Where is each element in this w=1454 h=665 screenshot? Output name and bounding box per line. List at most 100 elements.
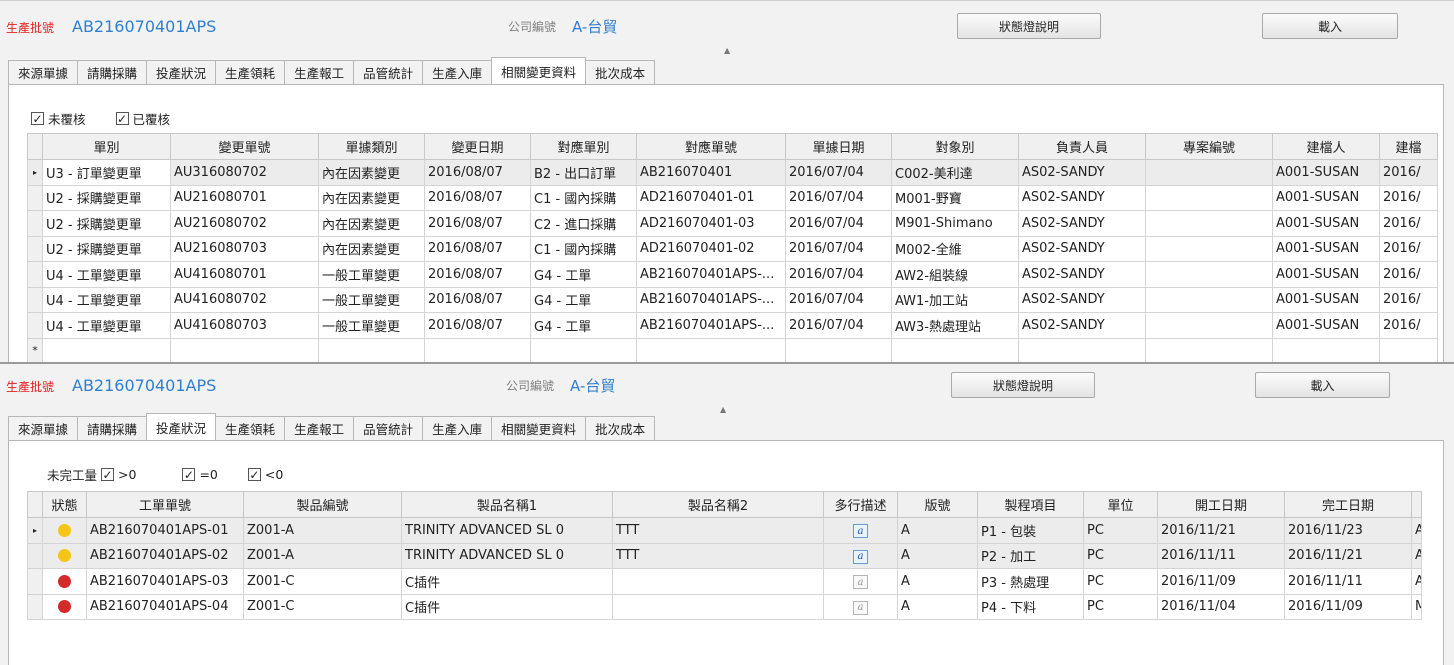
table-cell[interactable]: [1145, 159, 1273, 186]
table-cell[interactable]: 2016/: [1379, 184, 1438, 211]
tab-batch-cost[interactable]: 批次成本: [585, 416, 656, 440]
table-cell[interactable]: 2016/: [1379, 159, 1438, 186]
table-cell[interactable]: C插件: [401, 568, 613, 595]
row-header[interactable]: ▸: [27, 159, 43, 186]
table-cell[interactable]: AS02-SANDY: [1018, 159, 1146, 186]
table-cell[interactable]: 2016/07/04: [785, 286, 892, 313]
load-button[interactable]: 載入: [1262, 13, 1398, 39]
table-cell[interactable]: A: [897, 517, 978, 544]
table-cell[interactable]: AW2-組裝線: [891, 261, 1019, 288]
table-cell[interactable]: [1145, 312, 1273, 339]
table-cell[interactable]: AU416080702: [170, 286, 319, 313]
col-header[interactable]: 對象別: [891, 133, 1019, 160]
table-cell[interactable]: C1 - 國內採購: [530, 184, 637, 211]
table-cell[interactable]: [530, 337, 637, 362]
row-header[interactable]: [27, 286, 43, 313]
table-cell[interactable]: TTT: [612, 542, 824, 569]
table-cell[interactable]: M001-野寶: [891, 184, 1019, 211]
table-cell[interactable]: PC: [1083, 542, 1158, 569]
col-header[interactable]: 單位: [1083, 491, 1158, 518]
table-cell[interactable]: AW1-加工站: [891, 286, 1019, 313]
table-cell[interactable]: AU416080701: [170, 261, 319, 288]
tab-related-changes[interactable]: 相關變更資料: [491, 416, 587, 440]
table-cell[interactable]: B2 - 出口訂單: [530, 159, 637, 186]
table-cell[interactable]: AS02-SANDY: [1018, 312, 1146, 339]
table-cell[interactable]: U4 - 工單變更單: [42, 286, 171, 313]
col-header[interactable]: 工單單號: [86, 491, 244, 518]
table-cell[interactable]: [1379, 337, 1438, 362]
table-cell[interactable]: A001-SUSAN: [1272, 210, 1380, 237]
table-cell[interactable]: U2 - 採購變更單: [42, 210, 171, 237]
table-cell[interactable]: [1272, 337, 1380, 362]
table-cell[interactable]: AS02-SANDY: [1018, 286, 1146, 313]
table-row[interactable]: U4 - 工單變更單 AU416080703 一般工單變更 2016/08/07 G4 …: [27, 312, 1438, 339]
load-button[interactable]: 載入: [1255, 372, 1390, 398]
col-header[interactable]: 製程項目: [977, 491, 1084, 518]
memo-icon[interactable]: a: [853, 600, 868, 615]
table-row[interactable]: AB216070401APS-02 Z001-A TRINITY ADVANCED …: [27, 542, 1422, 569]
table-cell[interactable]: [785, 337, 892, 362]
table-cell[interactable]: P3 - 熱處理: [977, 568, 1084, 595]
filter-less-than-zero[interactable]: ✓ <0: [247, 467, 283, 482]
memo-icon[interactable]: a: [853, 575, 868, 589]
checkbox-checked-icon[interactable]: ✓: [182, 468, 196, 481]
table-cell[interactable]: [891, 337, 1019, 362]
row-header[interactable]: [27, 210, 43, 237]
table-cell[interactable]: P4 - 下料: [977, 593, 1084, 620]
table-cell[interactable]: AV: [1411, 542, 1422, 569]
table-cell[interactable]: 2016/08/07: [424, 286, 531, 313]
row-header[interactable]: [27, 235, 43, 262]
table-cell[interactable]: PC: [1083, 568, 1158, 595]
table-cell[interactable]: P2 - 加工: [977, 542, 1084, 569]
table-cell[interactable]: Z001-A: [243, 517, 402, 544]
table-cell[interactable]: U4 - 工單變更單: [42, 312, 171, 339]
tab-production-report[interactable]: 生產報工: [284, 60, 355, 84]
table-cell[interactable]: 2016/07/04: [785, 210, 892, 237]
table-cell[interactable]: 2016/11/21: [1157, 517, 1285, 544]
table-cell[interactable]: AV: [1411, 517, 1422, 544]
table-cell[interactable]: 2016/: [1379, 235, 1438, 262]
table-cell[interactable]: AB216070401: [636, 159, 786, 186]
multiline-desc-cell[interactable]: a: [823, 542, 898, 569]
table-cell[interactable]: G4 - 工單: [530, 286, 637, 313]
table-cell[interactable]: 2016/08/07: [424, 261, 531, 288]
col-header[interactable]: 製品名稱2: [612, 491, 824, 518]
table-cell[interactable]: 2016/07/04: [785, 235, 892, 262]
table-cell[interactable]: TTT: [612, 517, 824, 544]
table-cell[interactable]: AS02-SANDY: [1018, 261, 1146, 288]
checkbox-checked-icon[interactable]: ✓: [247, 468, 261, 481]
table-cell[interactable]: AB216070401APS-01: [86, 517, 244, 544]
status-light-legend-button[interactable]: 狀態燈說明: [951, 372, 1095, 398]
table-cell[interactable]: 內在因素變更: [318, 159, 425, 186]
col-header[interactable]: 建檔: [1379, 133, 1438, 160]
table-cell[interactable]: A: [897, 568, 978, 595]
table-cell[interactable]: 2016/08/07: [424, 184, 531, 211]
tab-production-status[interactable]: 投產狀況: [146, 413, 217, 440]
table-cell[interactable]: [170, 337, 319, 362]
filter-equal-zero[interactable]: ✓ =0: [182, 467, 218, 482]
table-cell[interactable]: 2016/08/07: [424, 312, 531, 339]
table-cell[interactable]: TRINITY ADVANCED SL 0: [401, 542, 613, 569]
table-cell[interactable]: AU216080702: [170, 210, 319, 237]
table-cell[interactable]: [636, 337, 786, 362]
table-cell[interactable]: 內在因素變更: [318, 210, 425, 237]
table-cell[interactable]: A001-SUSAN: [1272, 261, 1380, 288]
table-row[interactable]: U2 - 採購變更單 AU216080701 內在因素變更 2016/08/07 C1 …: [27, 184, 1438, 211]
table-cell[interactable]: M901-Shimano: [891, 210, 1019, 237]
table-cell[interactable]: AU416080703: [170, 312, 319, 339]
table-cell[interactable]: AB216070401APS-02: [86, 542, 244, 569]
table-cell[interactable]: [1145, 210, 1273, 237]
table-cell[interactable]: 2016/11/11: [1284, 568, 1412, 595]
tab-qc-statistics[interactable]: 品管統計: [353, 416, 424, 440]
table-cell[interactable]: AU216080703: [170, 235, 319, 262]
table-cell[interactable]: [1145, 235, 1273, 262]
tab-material-consumption[interactable]: 生產領耗: [215, 416, 286, 440]
table-cell[interactable]: AD216070401-03: [636, 210, 786, 237]
table-cell[interactable]: A: [897, 542, 978, 569]
new-row-marker[interactable]: *: [27, 337, 43, 362]
table-cell[interactable]: [612, 568, 824, 595]
table-cell[interactable]: AD216070401-02: [636, 235, 786, 262]
table-cell[interactable]: G4 - 工單: [530, 312, 637, 339]
table-cell[interactable]: [318, 337, 425, 362]
multiline-desc-cell[interactable]: a: [823, 568, 898, 595]
